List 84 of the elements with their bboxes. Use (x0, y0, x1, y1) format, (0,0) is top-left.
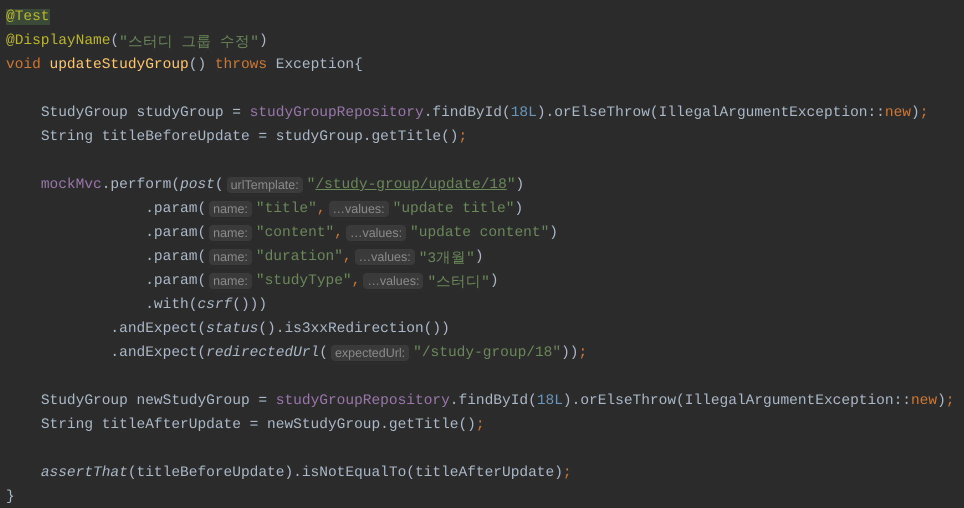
code-text: StudyGroup studyGroup = (40, 105, 242, 121)
code-text: "title" (256, 201, 317, 217)
code-text: .perform( (102, 177, 180, 193)
code-text: String titleBeforeUpdate = studyGroup.getTitle() (40, 129, 458, 145)
code-text: ( (110, 33, 120, 49)
code-text: .andExpect( (110, 321, 206, 337)
code-text: .param( (145, 249, 206, 265)
code-text: " (306, 177, 316, 193)
parameter-hint: name: (209, 201, 252, 217)
code-text: ) (937, 393, 946, 409)
code-text: "3개월" (418, 250, 475, 266)
code-text: () (188, 57, 208, 73)
code-text: ) (516, 177, 524, 193)
code-text: StudyGroup newStudyGroup = (40, 393, 268, 409)
code-text: ().is3xxRedirection()) (258, 321, 450, 337)
code-text: .param( (145, 201, 206, 217)
code-text: Exception{ (276, 57, 363, 73)
parameter-hint: name: (209, 273, 252, 289)
parameter-hint: …values: (346, 225, 406, 241)
code-text: ; (920, 105, 928, 121)
parameter-hint: …values: (354, 249, 415, 265)
code-text: assertThat (40, 465, 128, 481)
code-text: new (884, 105, 911, 121)
code-text: @Test (6, 9, 50, 25)
code-text: csrf (197, 297, 232, 313)
code-text: redirectedUrl (206, 345, 320, 361)
code-text: ; (578, 345, 588, 361)
code-text: mockMvc (40, 177, 102, 193)
code-text: ; (946, 393, 954, 409)
code-text: ( (319, 345, 328, 361)
code-text: .param( (145, 273, 206, 289)
code-text: ).orElseThrow(IllegalArgumentException:: (562, 393, 911, 409)
parameter-hint: …values: (328, 201, 389, 217)
code-text: } (6, 489, 15, 505)
parameter-hint: expectedUrl: (330, 345, 410, 361)
code-text: ) (474, 249, 484, 265)
code-text: post (180, 177, 215, 193)
code-text: "studyType" (256, 273, 352, 289)
code-text: "스터디" (427, 274, 490, 290)
code-text: String titleAfterUpdate = newStudyGroup.getTitle() (40, 417, 476, 433)
code-text: .findById( (450, 393, 537, 409)
code-text: "duration" (256, 249, 343, 265)
parameter-hint: name: (209, 249, 252, 265)
code-text: status (206, 321, 258, 337)
code-text: (titleBeforeUpdate).isNotEqualTo(titleAfterUpdate) (128, 465, 563, 481)
code-text: .andExpect( (110, 345, 206, 361)
code-text: , (316, 201, 326, 217)
code-text: " (506, 177, 516, 193)
code-text: "스터디 그룹 수정" (119, 34, 259, 50)
code-text: ).orElseThrow(IllegalArgumentException:: (536, 105, 885, 121)
code-text: void (6, 57, 42, 73)
code-text: .findById( (424, 105, 511, 121)
code-text: /study-group/update/18 (315, 177, 507, 193)
parameter-hint: …values: (363, 273, 424, 289)
code-text: , (352, 273, 360, 289)
parameter-hint: name: (209, 225, 252, 241)
code-text: 18L (510, 105, 537, 121)
code-text: "update title" (392, 201, 514, 217)
code-text: .param( (145, 225, 206, 241)
code-text: "update content" (410, 225, 550, 241)
code-text: studyGroupRepository (276, 393, 450, 409)
code-text: studyGroupRepository (250, 105, 424, 121)
code-text: ) (910, 105, 920, 121)
code-text: ())) (232, 297, 268, 313)
code-text: , (334, 225, 343, 241)
parameter-hint: urlTemplate: (226, 177, 303, 193)
code-text: @DisplayName (6, 33, 110, 49)
code-text: ) (549, 225, 558, 241)
code-text: ) (490, 273, 499, 289)
code-text: ( (214, 177, 224, 193)
code-text: .with( (145, 297, 198, 313)
code-text: new (910, 393, 938, 409)
code-text: "/study-group/18" (413, 345, 562, 361)
code-text: updateStudyGroup (50, 57, 189, 73)
code-text: ) (514, 201, 524, 217)
code-text: )) (561, 345, 578, 361)
code-text: , (342, 249, 352, 265)
code-text: ; (562, 465, 572, 481)
code-text: ; (476, 417, 485, 433)
code-text: ; (458, 129, 468, 145)
code-text: throws (214, 57, 268, 73)
code-text: ) (258, 33, 268, 49)
code-text: "content" (256, 225, 334, 241)
code-text: 18L (536, 393, 563, 409)
